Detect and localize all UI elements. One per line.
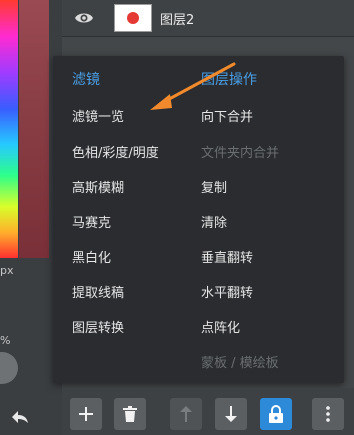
lock-layer-button[interactable]: [260, 398, 292, 430]
add-layer-button[interactable]: [70, 398, 102, 430]
annotation-arrow-icon: [150, 62, 236, 110]
menu-item-merge-in-folder: 文件夹内合并: [201, 146, 280, 161]
move-layer-up-button: [170, 398, 202, 430]
visibility-eye-icon[interactable]: [62, 0, 106, 36]
menu-item-hue-saturation[interactable]: 色相/彩度/明度: [72, 142, 159, 161]
app-root: px % 图层2 滤镜 滤镜一览 色相/彩度/明度 高斯模糊 马赛克 黑白化 提…: [0, 0, 354, 435]
menu-item-flip-horizontal[interactable]: 水平翻转: [201, 282, 253, 301]
menu-item-flip-vertical[interactable]: 垂直翻转: [201, 247, 253, 266]
menu-item-filter-list[interactable]: 滤镜一览: [72, 106, 124, 125]
color-slider[interactable]: [19, 0, 49, 258]
delete-layer-button[interactable]: [114, 398, 146, 430]
menu-item-duplicate[interactable]: 复制: [201, 177, 227, 196]
menu-item-rasterize[interactable]: 点阵化: [201, 317, 240, 336]
menu-item-clear[interactable]: 清除: [201, 212, 227, 231]
more-options-button[interactable]: [312, 398, 344, 430]
opacity-unit-label: %: [0, 334, 11, 347]
menu-item-layer-convert[interactable]: 图层转换: [72, 317, 124, 336]
layer-row[interactable]: 图层2: [62, 0, 354, 37]
layer-name: 图层2: [160, 12, 195, 28]
menu-item-mosaic[interactable]: 马赛克: [72, 212, 111, 231]
move-layer-down-button[interactable]: [215, 398, 247, 430]
brush-preview-button[interactable]: [0, 352, 18, 384]
hue-slider[interactable]: [0, 0, 18, 258]
layer-thumbnail: [114, 4, 152, 32]
arrow-up-icon: [180, 406, 192, 422]
undo-icon: [12, 410, 28, 423]
trash-icon: [123, 406, 137, 422]
menu-item-grayscale[interactable]: 黑白化: [72, 247, 111, 266]
undo-button[interactable]: [0, 398, 40, 435]
menu-item-extract-lineart[interactable]: 提取线稿: [72, 282, 124, 301]
arrow-down-icon: [225, 406, 237, 422]
more-vertical-icon: [326, 406, 330, 422]
layer-thumbnail-dot: [127, 12, 139, 24]
filters-header: 滤镜: [72, 72, 100, 88]
plus-icon: [79, 407, 93, 421]
brush-size-unit-label: px: [0, 264, 14, 277]
lock-icon: [269, 405, 283, 423]
layer-toolbar: [62, 388, 354, 435]
menu-item-mask-stencil: 蒙板 / 模绘板: [201, 356, 279, 371]
menu-item-gaussian-blur[interactable]: 高斯模糊: [72, 177, 124, 196]
